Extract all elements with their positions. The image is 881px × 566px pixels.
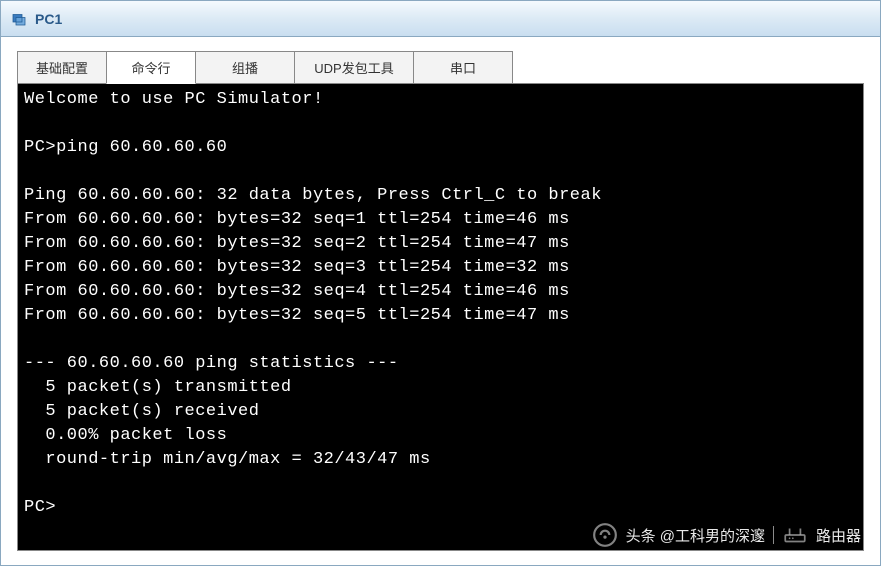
tab-serial[interactable]: 串口 (413, 51, 513, 84)
terminal-line: PC>ping 60.60.60.60 (24, 138, 227, 157)
tab-bar: 基础配置 命令行 组播 UDP发包工具 串口 (17, 51, 864, 84)
terminal-line: From 60.60.60.60: bytes=32 seq=4 ttl=254… (24, 282, 570, 301)
window-title: PC1 (35, 11, 62, 27)
terminal-line: 0.00% packet loss (24, 426, 227, 445)
terminal-line: From 60.60.60.60: bytes=32 seq=3 ttl=254… (24, 258, 570, 277)
terminal-line: --- 60.60.60.60 ping statistics --- (24, 354, 399, 373)
tab-multicast[interactable]: 组播 (195, 51, 295, 84)
tab-udp-sender[interactable]: UDP发包工具 (294, 51, 414, 84)
terminal[interactable]: Welcome to use PC Simulator! PC>ping 60.… (17, 83, 864, 551)
terminal-line: 5 packet(s) received (24, 402, 259, 421)
tab-basic-config[interactable]: 基础配置 (17, 51, 107, 84)
terminal-line: From 60.60.60.60: bytes=32 seq=1 ttl=254… (24, 210, 570, 229)
terminal-line: Ping 60.60.60.60: 32 data bytes, Press C… (24, 186, 602, 205)
terminal-line: round-trip min/avg/max = 32/43/47 ms (24, 450, 431, 469)
terminal-prompt: PC> (24, 498, 56, 517)
app-icon (9, 9, 29, 29)
terminal-line: 5 packet(s) transmitted (24, 378, 292, 397)
terminal-line: From 60.60.60.60: bytes=32 seq=5 ttl=254… (24, 306, 570, 325)
titlebar[interactable]: PC1 (1, 1, 880, 37)
terminal-line: Welcome to use PC Simulator! (24, 90, 324, 109)
content-area: 基础配置 命令行 组播 UDP发包工具 串口 Welcome to use PC… (1, 37, 880, 565)
app-window: PC1 基础配置 命令行 组播 UDP发包工具 串口 Welcome to us… (0, 0, 881, 566)
terminal-line: From 60.60.60.60: bytes=32 seq=2 ttl=254… (24, 234, 570, 253)
tab-command-line[interactable]: 命令行 (106, 51, 196, 84)
